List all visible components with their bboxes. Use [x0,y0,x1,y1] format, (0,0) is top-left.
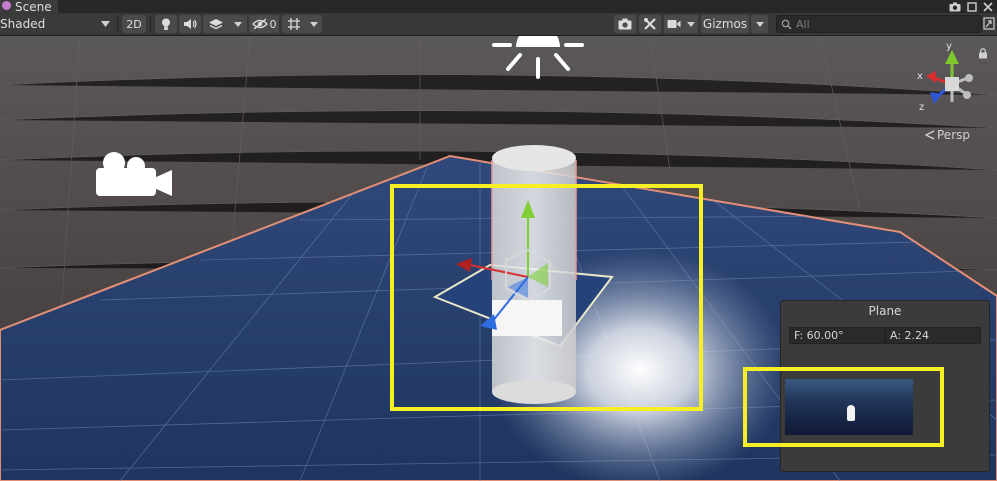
scene-toolbar: Shaded 2D 0 Gizmos [0,13,997,36]
highlight-preview-box [743,367,944,447]
chevron-down-icon [234,21,242,27]
tools-icon [644,18,656,30]
scene-camera-icon [667,20,681,28]
audio-toggle[interactable] [179,15,201,33]
grid-icon [287,18,300,30]
effects-icon [209,18,223,29]
overlay-title: Plane [868,304,902,318]
chevron-down-icon [309,21,318,27]
chevron-down-icon [687,21,695,27]
fov-field[interactable]: F: 60.00° [789,327,885,344]
grid-dropdown[interactable] [282,15,322,33]
tab-bar: Scene [0,0,997,13]
projection-label: Persp [937,128,970,142]
scene-visibility-toggle[interactable]: 0 [249,15,279,33]
toolbar-divider [150,16,151,32]
chevron-down-icon [755,21,764,27]
screenshot-camera-icon [618,18,632,30]
center-cube[interactable] [945,77,959,91]
y-axis-label: y [946,41,952,52]
close-icon[interactable] [983,1,993,12]
lighting-icon [162,18,170,30]
chevron-down-icon [101,21,110,27]
lighting-toggle[interactable] [155,15,177,33]
tab-scene[interactable]: Scene [0,0,58,13]
screenshot-button[interactable] [614,15,636,33]
window-controls [949,0,993,13]
projection-toggle[interactable]: Persp [925,128,970,142]
y-axis-cone[interactable] [945,50,959,64]
2d-mode-label: 2D [126,17,142,31]
scene-viewport[interactable]: y x z Persp Plane F: 60.00° A: 2.24 [0,36,997,481]
aspect-field[interactable]: A: 2.24 [885,327,981,344]
highlight-selection-box [390,184,703,411]
z-axis-cone[interactable] [930,92,942,104]
maximize-icon[interactable] [967,1,977,12]
draw-mode-dropdown[interactable]: Shaded [0,15,114,33]
2d-mode-button[interactable]: 2D [122,15,146,33]
hidden-count: 0 [269,17,277,31]
gizmos-label: Gizmos [702,17,748,31]
draw-mode-label: Shaded [0,17,46,31]
z-axis-label: z [919,102,924,113]
audio-icon [184,19,197,29]
x-axis-label: x [917,71,923,82]
tools-button[interactable] [639,15,661,33]
visibility-icon [251,18,268,30]
search-icon [781,19,792,30]
gizmos-button[interactable]: Gizmos [701,15,749,33]
lock-icon[interactable] [978,48,988,59]
scene-icon [2,1,11,10]
search-field[interactable] [776,15,982,33]
scene-camera-dropdown[interactable] [664,15,698,33]
toolbar-divider [117,16,118,32]
x-axis-cone[interactable] [926,71,936,83]
expand-icon[interactable] [983,17,995,30]
perspective-icon [925,130,935,140]
tab-scene-label: Scene [15,0,52,14]
search-input[interactable] [796,17,966,31]
camera-icon[interactable] [949,2,961,12]
gizmos-dropdown[interactable] [751,15,768,33]
effects-dropdown[interactable] [203,15,247,33]
